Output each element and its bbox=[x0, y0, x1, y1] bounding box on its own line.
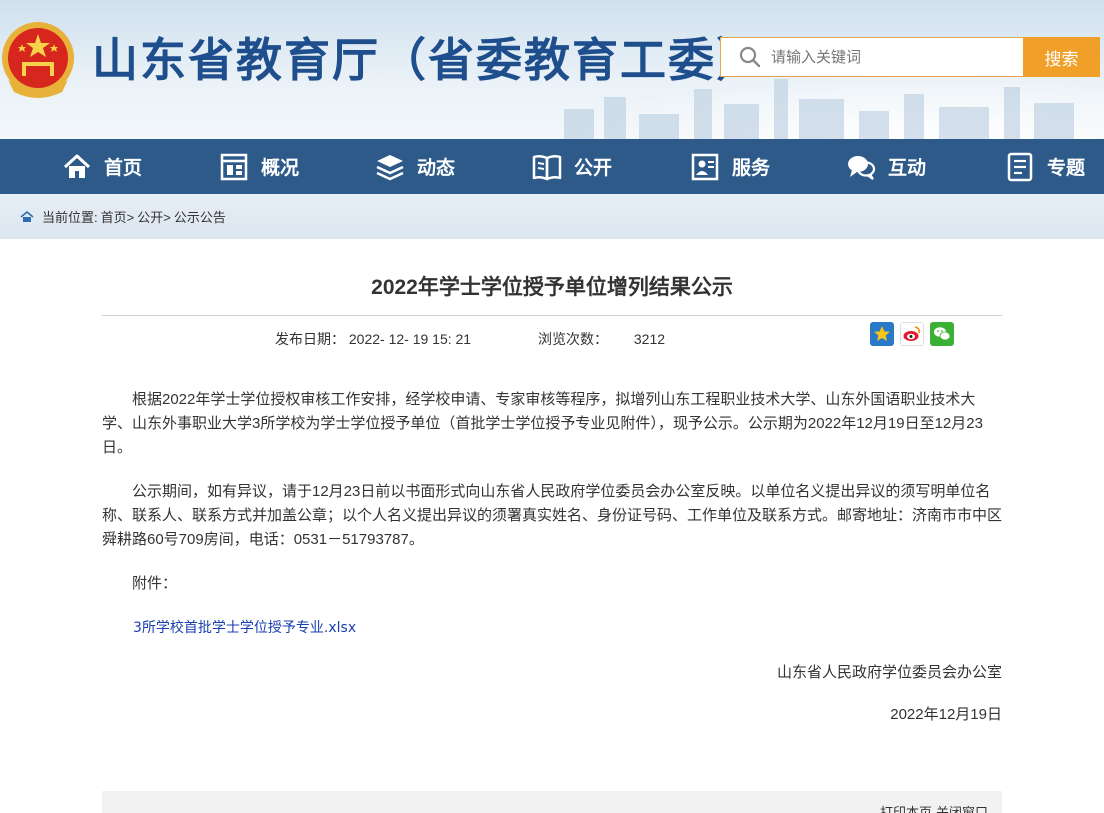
favorite-share-icon[interactable] bbox=[870, 322, 894, 346]
publish-date: 发布日期： 2022- 12- 19 15: 21 bbox=[275, 329, 471, 349]
nav-label-service: 服务 bbox=[732, 158, 771, 179]
nav-item-topic[interactable]: 专题 bbox=[1005, 139, 1085, 194]
nav-label-open: 公开 bbox=[574, 158, 613, 179]
breadcrumb: 当前位置: 首页> 公开> 公示公告 bbox=[0, 194, 1104, 239]
wechat-share-icon[interactable] bbox=[930, 322, 954, 346]
paragraph-1: 根据2022年学士学位授权审核工作安排，经学校申请、专家审核等程序，拟增列山东工… bbox=[102, 391, 983, 456]
national-emblem-icon bbox=[2, 22, 74, 98]
home-small-icon bbox=[20, 210, 34, 222]
search-icon bbox=[739, 46, 761, 68]
search-input[interactable] bbox=[771, 48, 1001, 66]
nav-item-news[interactable]: 动态 bbox=[375, 139, 455, 194]
search-box[interactable] bbox=[720, 37, 1024, 77]
nav-item-interact[interactable]: 互动 bbox=[846, 139, 926, 194]
attachment-link[interactable]: 3所学校首批学士学位授予专业.xlsx bbox=[102, 616, 1002, 640]
nav-item-overview[interactable]: 概况 bbox=[219, 139, 299, 194]
site-title: 山东省教育厅（省委教育工委） bbox=[92, 33, 764, 87]
book-icon bbox=[532, 154, 562, 180]
breadcrumb-open[interactable]: 公开> bbox=[137, 207, 171, 226]
print-button[interactable]: 打印本页 bbox=[880, 802, 932, 813]
date-label: 发布日期： bbox=[275, 331, 345, 347]
breadcrumb-prefix: 当前位置: bbox=[42, 210, 98, 225]
article-meta: 发布日期： 2022- 12- 19 15: 21 浏览次数： 3212 bbox=[102, 316, 1002, 356]
search-button[interactable]: 搜索 bbox=[1023, 37, 1100, 77]
paragraph-2: 公示期间，如有异议，请于12月23日前以书面形式向山东省人民政府学位委员会办公室… bbox=[102, 483, 1003, 548]
home-icon bbox=[63, 154, 91, 178]
article: 2022年学士学位授予单位增列结果公示 发布日期： 2022- 12- 19 1… bbox=[102, 271, 1002, 813]
nav-label-interact: 互动 bbox=[888, 158, 927, 179]
article-body: 根据2022年学士学位授权审核工作安排，经学校申请、专家审核等程序，拟增列山东工… bbox=[102, 388, 1002, 727]
view-count: 浏览次数： 3212 bbox=[538, 329, 665, 349]
nav-label-overview: 概况 bbox=[261, 158, 300, 179]
main-nav: 首页 概况 动态 公开 服务 互动 专题 bbox=[0, 139, 1104, 194]
site-header: 山东省教育厅（省委教育工委） 搜索 bbox=[0, 0, 1104, 139]
topic-icon bbox=[1007, 152, 1033, 181]
close-window-button[interactable]: 关闭窗口 bbox=[936, 802, 988, 813]
nav-label-news: 动态 bbox=[417, 158, 456, 179]
article-footer: 打印本页 关闭窗口 bbox=[102, 791, 1002, 813]
date-value: 2022- 12- 19 15: 21 bbox=[348, 331, 472, 347]
nav-label-home: 首页 bbox=[104, 158, 143, 179]
nav-item-home[interactable]: 首页 bbox=[62, 139, 142, 194]
overview-icon bbox=[220, 153, 248, 180]
attachment-label: 附件： bbox=[132, 575, 178, 592]
views-label: 浏览次数： bbox=[538, 331, 608, 347]
signature-date: 2022年12月19日 bbox=[890, 706, 1002, 723]
service-icon bbox=[691, 153, 719, 180]
nav-item-service[interactable]: 服务 bbox=[690, 139, 770, 194]
nav-label-topic: 专题 bbox=[1047, 158, 1086, 179]
breadcrumb-current[interactable]: 公示公告 bbox=[174, 207, 226, 226]
breadcrumb-home[interactable]: 首页> bbox=[101, 207, 135, 226]
news-icon bbox=[376, 154, 404, 180]
article-title: 2022年学士学位授予单位增列结果公示 bbox=[371, 276, 733, 299]
weibo-share-icon[interactable] bbox=[900, 322, 924, 346]
share-buttons bbox=[870, 322, 954, 346]
chat-icon bbox=[848, 155, 876, 180]
nav-item-open[interactable]: 公开 bbox=[532, 139, 612, 194]
signature: 山东省人民政府学位委员会办公室 bbox=[776, 664, 1002, 681]
views-value: 3212 bbox=[633, 331, 666, 347]
